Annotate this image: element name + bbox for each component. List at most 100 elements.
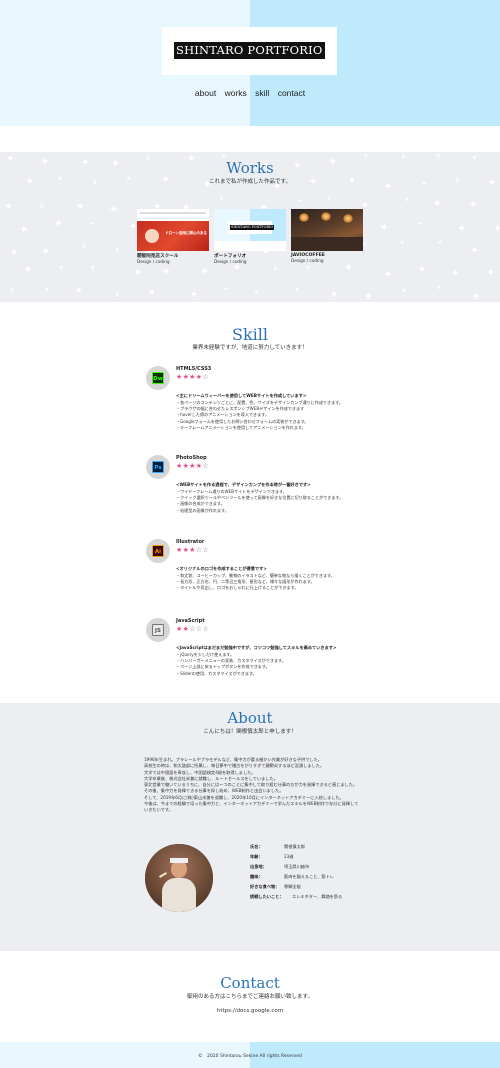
sparkle-icon: ✦: [469, 244, 480, 258]
skill-points: ・和文鉄、コーヒーカップ、動物のイラストなど、簡単な物なら描くことができます。・…: [176, 573, 335, 592]
star-filled-icon: ★: [189, 462, 196, 470]
skill-point: ・キーフレームアニメーションを使用してアニメーションを作れます。: [176, 424, 306, 430]
star-filled-icon: ★: [176, 625, 183, 633]
sparkle-icon: ✦: [401, 287, 408, 296]
work-role: Design / coding: [137, 259, 170, 264]
profile-value: 関根慎太郎: [284, 844, 305, 849]
sparkle-icon: ✦: [53, 217, 63, 230]
sparkle-icon: ✦: [3, 200, 14, 214]
sparkle-icon: ✦: [9, 246, 19, 260]
profile-key: 出身地：: [250, 864, 267, 869]
about-subtitle: こんにちは！関根慎太郎と申します！: [203, 729, 297, 735]
skill-name: HTML5/CSS3: [176, 366, 212, 372]
work-card-portfolio[interactable]: SHINTARO PORTFORIO ポートフォリオ Design / codi…: [214, 209, 286, 264]
star-filled-icon: ★: [176, 462, 183, 470]
sparkle-icon: ✦: [329, 287, 339, 301]
sparkle-icon: ✦: [272, 265, 279, 274]
sparkle-icon: ✦: [189, 287, 199, 301]
skill-heading: <JavaScriptはまだまだ勉強中ですが、コツコツ勉強してスキルを高めていき…: [176, 645, 337, 650]
sparkle-icon: ✦: [253, 288, 260, 297]
logo-box[interactable]: SHINTARO PORTFORIO: [162, 27, 337, 75]
sparkle-icon: ✦: [132, 265, 143, 279]
skill-points: ・ワイヤーフレーム通りのWEBサイトをデザインできます。 ・クイック選択ツールやペ…: [176, 489, 343, 514]
photoshop-icon: Ps: [152, 461, 164, 473]
sparkle-icon: ✦: [305, 264, 311, 273]
sparkle-icon: ✦: [88, 220, 95, 229]
star-empty-icon: ☆: [202, 373, 209, 381]
thumb-caption: ドローン活用に関心のある: [165, 231, 207, 235]
sparkle-icon: ✦: [325, 195, 332, 204]
nav-link-contact[interactable]: contact: [278, 88, 305, 98]
sparkle-icon: ✦: [399, 239, 406, 248]
skill-icon-circle: JS: [146, 618, 170, 642]
sparkle-icon: ✦: [417, 220, 424, 229]
skill-icon-circle: Ai: [146, 539, 170, 563]
sparkle-icon: ✦: [40, 244, 51, 258]
work-thumbnail-coffee[interactable]: [291, 209, 363, 251]
sparkle-icon: ✦: [232, 261, 242, 275]
sparkle-icon: ✦: [223, 285, 229, 294]
sparkle-icon: ✦: [114, 245, 121, 254]
copyright-text: © 2020 Shintarou Sekine All rights Reser…: [198, 1054, 302, 1059]
nav-link-skill[interactable]: skill: [255, 88, 269, 98]
sparkle-icon: ✦: [23, 263, 33, 277]
profile-value: エレキギター、舞踏を祭る: [292, 894, 343, 899]
sparkle-icon: ✦: [108, 202, 119, 216]
star-rating: ★★★☆☆: [176, 546, 209, 554]
sparkle-icon: ✦: [343, 261, 354, 275]
work-card-coffee[interactable]: JAVIOCOFFEE Design / coding: [291, 209, 363, 263]
sparkle-icon: ✦: [200, 265, 210, 279]
profile-value: 筋肉を鍛えること、筋トレ: [284, 874, 334, 879]
star-empty-icon: ☆: [202, 625, 209, 633]
contact-subtitle: 御用のある方はこちらまでご連絡お願い致します。: [187, 994, 313, 1000]
skill-heading: <オリジナルのロゴを作成することが得意です>: [176, 566, 267, 571]
sparkle-icon: ✦: [18, 223, 29, 237]
sparkle-icon: ✦: [296, 196, 303, 205]
profile-key: 挑戦したいこと：: [250, 894, 284, 899]
sparkle-icon: ✦: [218, 195, 225, 204]
skill-points: ・各ページのコンテンツごとに、配置、色、サイズをデザインカンプ通りに作成できます…: [176, 400, 343, 431]
sparkle-icon: ✦: [9, 286, 16, 295]
sparkle-icon: ✦: [75, 199, 85, 213]
site-logo[interactable]: SHINTARO PORTFORIO: [174, 42, 325, 59]
sparkle-icon: ✦: [468, 197, 478, 211]
skill-icon-circle: Dw: [146, 366, 170, 390]
work-thumbnail-portfolio[interactable]: SHINTARO PORTFORIO: [214, 209, 286, 251]
star-rating: ★★★★☆: [176, 373, 209, 381]
skill-name: Illustrator: [176, 539, 205, 545]
about-title: About: [227, 709, 273, 727]
profile-value: 埼玉県川越市: [284, 864, 310, 869]
skill-icon-circle: Ps: [146, 455, 170, 479]
skill-heading: <WEBサイトを作る過程で、デザインカンプを作る時が一番好きです>: [176, 482, 311, 487]
nav-link-works[interactable]: works: [225, 88, 247, 98]
skill-points: ・jQueryを少しだけ使えます。 ・ハンバーガーメニューの実装、カスタマイズがで…: [176, 652, 286, 677]
work-card-school[interactable]: ドローン活用に関心のある 開智阿見店スクール Design / coding: [137, 209, 209, 264]
skill-subtitle: 業界未経験ですが、地道に努力していきます！: [192, 345, 308, 351]
skill-point: ・処理型の画像が作れます。: [176, 507, 229, 513]
work-thumbnail-school[interactable]: ドローン活用に関心のある: [137, 209, 209, 251]
star-rating: ★★☆☆☆: [176, 625, 209, 633]
star-filled-icon: ★: [189, 546, 196, 554]
sparkle-icon: ✦: [363, 289, 374, 302]
works-subtitle: これまで私が作成した作品です。: [209, 179, 291, 185]
profile-value: 寒鰤全般: [284, 884, 301, 889]
contact-form-link[interactable]: https://docs.google.com: [0, 1008, 500, 1014]
bio-line: 今後は、今までの経験で培った集中力と、インターネットアカデミーで学んだスキルをW…: [144, 801, 359, 813]
work-role: Design / coding: [214, 259, 247, 264]
sparkle-icon: ✦: [417, 263, 427, 277]
star-filled-icon: ★: [176, 373, 183, 381]
profile-key: 趣味：: [250, 874, 263, 879]
illustrator-icon: Ai: [152, 545, 164, 557]
profile-key: 氏名：: [250, 844, 263, 849]
work-role: Design / coding: [291, 258, 324, 263]
site-header: SHINTARO PORTFORIO about works skill con…: [0, 0, 500, 126]
star-empty-icon: ☆: [189, 625, 196, 633]
sparkle-icon: ✦: [89, 263, 96, 272]
sparkle-icon: ✦: [379, 221, 389, 235]
dreamweaver-icon: Dw: [152, 372, 164, 384]
sparkle-icon: ✦: [57, 264, 64, 273]
nav-link-about[interactable]: about: [195, 88, 216, 98]
sparkle-icon: ✦: [38, 202, 45, 211]
star-rating: ★★★★☆: [176, 462, 209, 470]
sparkle-icon: ✦: [450, 266, 460, 280]
